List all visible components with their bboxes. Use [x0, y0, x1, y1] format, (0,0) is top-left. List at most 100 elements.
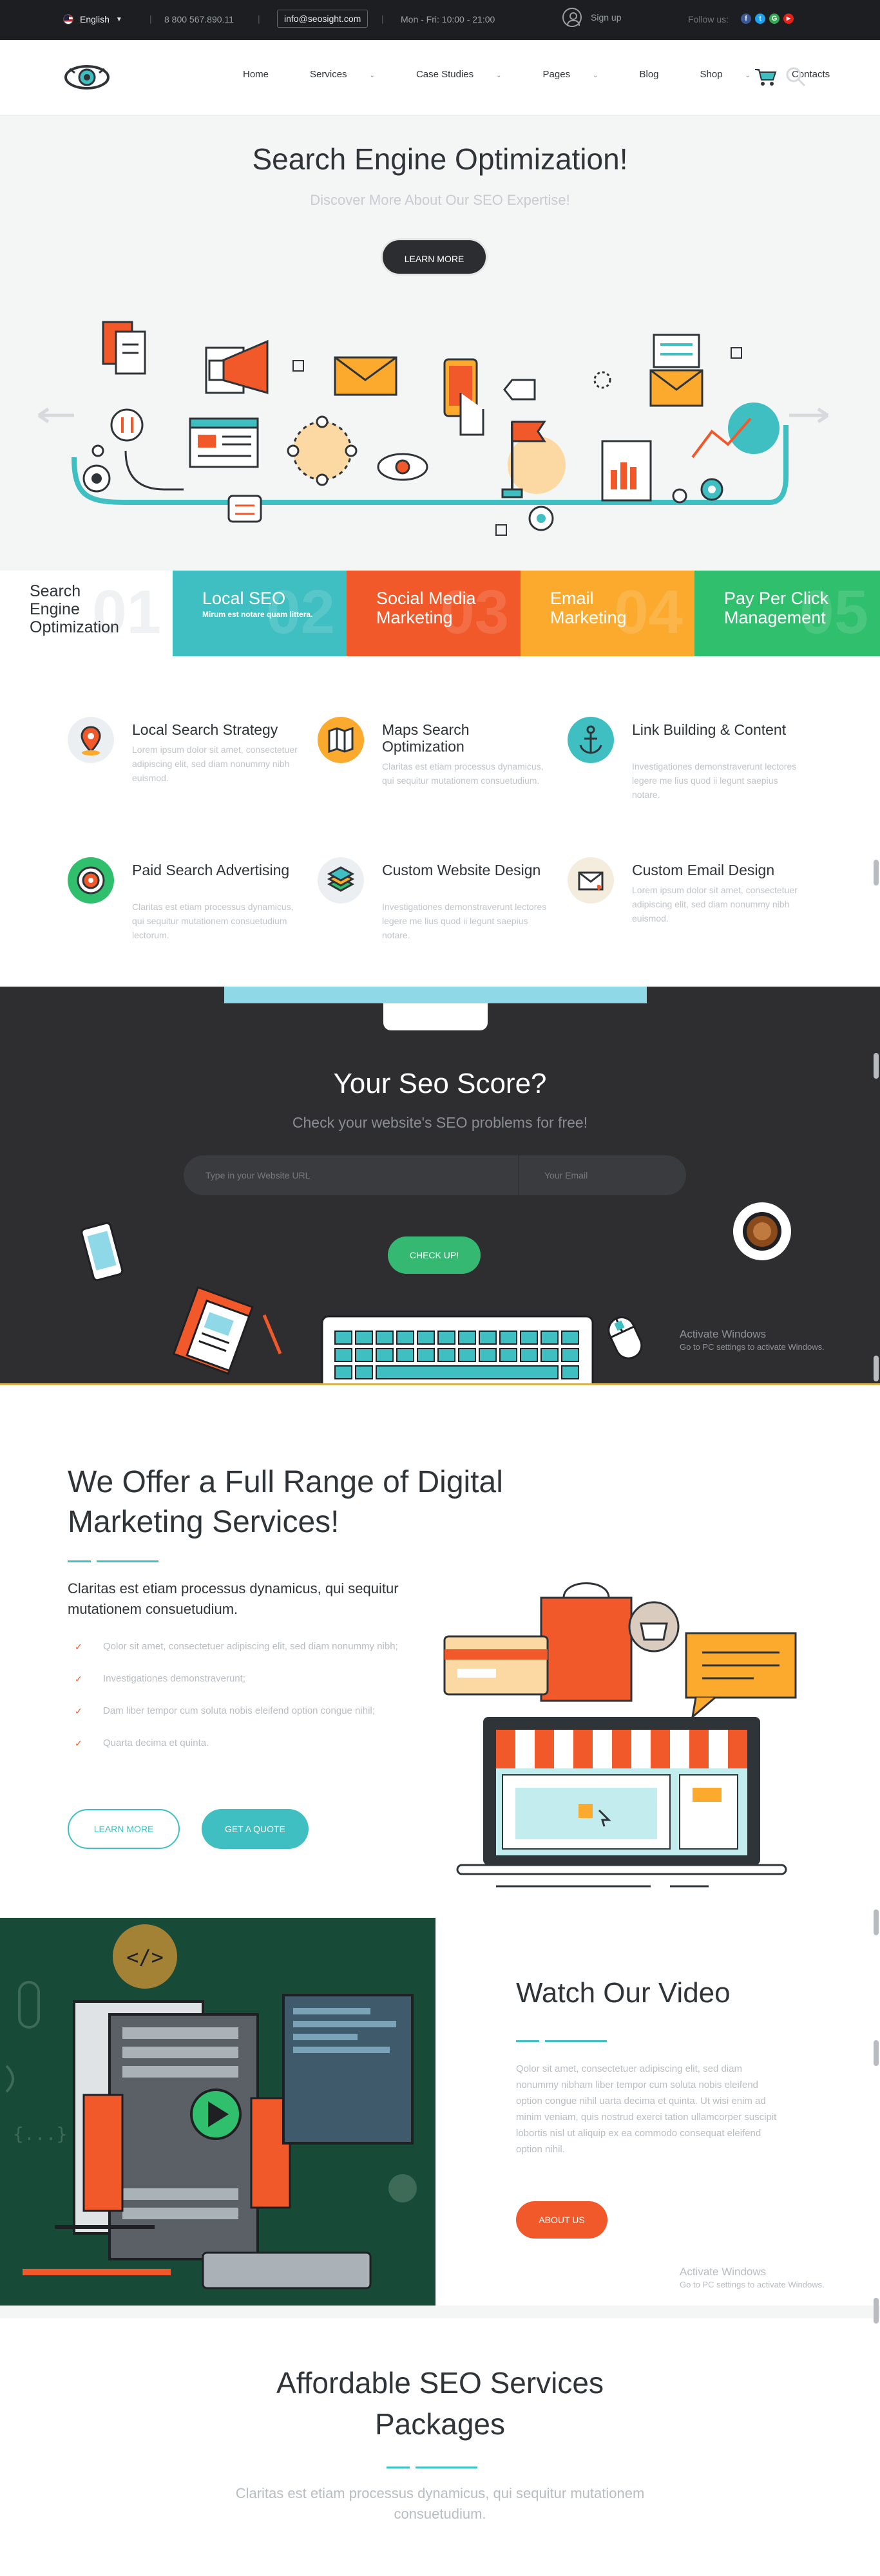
feature-title: Link Building & Content	[632, 721, 787, 738]
list-item: Quarta decima et quinta.	[75, 1736, 438, 1751]
tab-search-engine-optimization[interactable]: 01 Search Engine Optimization	[0, 571, 173, 656]
service-checklist: Qolor sit amet, consectetuer adipiscing …	[75, 1639, 438, 1768]
feature-text: Claritas est etiam processus dynamicus, …	[132, 902, 294, 940]
feature-maps-search: Maps Search Optimization Claritas est et…	[318, 717, 550, 807]
packages-subtitle-text: Claritas est etiam processus dynamicus, …	[235, 2485, 645, 2522]
tab-email-marketing[interactable]: 04 Email Marketing	[521, 571, 694, 656]
email-input[interactable]: Your Email	[519, 1155, 686, 1195]
map-icon	[318, 717, 364, 763]
tab-title: Email Marketing	[550, 589, 627, 627]
activate-sub: Go to PC settings to activate Windows.	[680, 1342, 825, 1352]
activate-windows-notice: Activate Windows Go to PC settings to ac…	[680, 2266, 825, 2291]
menu-item-contacts[interactable]: Contacts	[771, 69, 850, 80]
video-thumbnail[interactable]: </> {...}	[0, 1918, 435, 2306]
accent-line	[68, 1560, 91, 1562]
signup-label: Sign up	[591, 12, 622, 23]
language-label: English	[80, 14, 110, 24]
activate-windows-notice: Activate Windows Go to PC settings to ac…	[680, 1328, 825, 1354]
scrollbar-thumb[interactable]	[874, 2040, 879, 2066]
video-text: Qolor sit amet, consectetuer adipiscing …	[516, 2063, 777, 2155]
range-lead: Claritas est etiam processus dynamicus, …	[68, 1580, 399, 1617]
packages-subtitle: Claritas est etiam processus dynamicus, …	[0, 2483, 880, 2524]
tab-social-media-marketing[interactable]: 03 Social Media Marketing	[347, 571, 521, 656]
monitor-stand	[383, 1003, 488, 1030]
list-item: Qolor sit amet, consectetuer adipiscing …	[75, 1639, 438, 1654]
score-title: Your Seo Score?	[333, 1068, 547, 1099]
scrollbar-thumb[interactable]	[874, 2298, 879, 2324]
about-us-button[interactable]: ABOUT US	[516, 2201, 607, 2239]
accent-line	[387, 2467, 410, 2468]
menu-label: Pages	[542, 69, 571, 80]
packages-title-text: Affordable SEO Services Packages	[276, 2366, 604, 2441]
menu-item-services[interactable]: Services ⌄	[289, 69, 396, 80]
tab-title: Pay Per Click Management	[724, 589, 829, 627]
learn-more-button[interactable]: LEARN MORE	[68, 1809, 180, 1849]
activate-title: Activate Windows	[680, 2266, 767, 2278]
opening-hours: Mon - Fri: 10:00 - 21:00	[401, 14, 495, 24]
website-url-input[interactable]: Type in your Website URL	[184, 1155, 519, 1195]
menu-item-case-studies[interactable]: Case Studies ⌄	[396, 69, 522, 80]
tab-local-seo[interactable]: 02 Local SEO Mirum est notare quam litte…	[173, 571, 347, 656]
chevron-down-icon: ⌄	[496, 72, 502, 79]
email-link[interactable]: info@seosight.com	[277, 10, 368, 28]
divider: |	[381, 14, 384, 24]
tab-title: Search Engine Optimization	[30, 582, 119, 636]
follow-label: Follow us:	[688, 14, 729, 24]
feature-text: Investigationes demonstraverunt lectores…	[382, 902, 547, 940]
scrollbar-thumb[interactable]	[874, 1356, 879, 1381]
chevron-down-icon: ⌄	[593, 72, 598, 79]
accent-line	[516, 2040, 539, 2042]
youtube-icon[interactable]: ▶	[783, 14, 794, 24]
hero-subtitle: Discover More About Our SEO Expertise!	[310, 192, 570, 208]
map-pin-icon	[68, 717, 114, 763]
list-item: Investigationes demonstraverunt;	[75, 1671, 438, 1687]
activate-title: Activate Windows	[680, 1328, 767, 1340]
learn-more-button[interactable]: LEARN MORE	[381, 238, 488, 276]
scrollbar-thumb[interactable]	[874, 1909, 879, 1935]
chevron-down-icon: ⌄	[369, 72, 375, 79]
twitter-icon[interactable]: t	[755, 14, 765, 24]
menu-label: Case Studies	[416, 69, 474, 80]
hero-section: Search Engine Optimization! Discover Mor…	[0, 116, 880, 571]
feature-text: Claritas est etiam processus dynamicus, …	[382, 761, 544, 786]
target-icon	[68, 857, 114, 904]
search-icon[interactable]	[785, 66, 807, 88]
activate-sub: Go to PC settings to activate Windows.	[680, 2280, 825, 2289]
feature-text: Lorem ipsum dolor sit amet, consectetuer…	[632, 885, 798, 923]
seo-check-form: Type in your Website URL Your Email	[184, 1155, 686, 1195]
ecommerce-illustration	[443, 1582, 797, 1888]
layers-icon	[318, 857, 364, 904]
get-a-quote-button[interactable]: GET A QUOTE	[202, 1809, 309, 1849]
feature-text: Investigationes demonstraverunt lectores…	[632, 761, 797, 800]
menu-label: Blog	[639, 69, 659, 80]
features-section: Local Search Strategy Lorem ipsum dolor …	[0, 656, 880, 987]
feature-title: Paid Search Advertising	[132, 862, 290, 878]
coding-illustration: </> {...}	[5, 1924, 417, 2289]
accent-line	[416, 2467, 477, 2468]
us-flag-icon	[63, 14, 73, 24]
phone-number[interactable]: 8 800 567.890.11	[164, 14, 234, 24]
user-icon	[562, 8, 582, 27]
accent-line	[545, 2040, 607, 2042]
main-navigation: Home Services ⌄ Case Studies ⌄ Pages ⌄ Blog…	[0, 40, 880, 116]
language-selector[interactable]: English ▼	[63, 14, 122, 24]
scrollbar-thumb[interactable]	[874, 860, 879, 886]
service-tabs: 01 Search Engine Optimization 02 Local S…	[0, 571, 880, 656]
tab-title: Social Media Marketing	[376, 589, 476, 627]
google-icon[interactable]: G	[769, 14, 780, 24]
facebook-icon[interactable]: f	[741, 14, 751, 24]
cart-icon[interactable]	[752, 66, 778, 88]
menu-item-home[interactable]: Home	[222, 69, 289, 80]
tab-title: Local SEO	[202, 589, 286, 608]
signup-link[interactable]: Sign up	[562, 8, 621, 27]
menu-item-pages[interactable]: Pages ⌄	[522, 69, 619, 80]
feature-custom-email: Custom Email Design Lorem ipsum dolor si…	[568, 857, 799, 947]
page-scrollbar[interactable]	[872, 0, 880, 2576]
tab-description: Mirum est notare quam littera.	[202, 610, 313, 619]
eye-logo-icon[interactable]	[63, 61, 111, 93]
scrollbar-thumb[interactable]	[874, 1053, 879, 1079]
divider: |	[258, 14, 260, 24]
tab-pay-per-click[interactable]: 05 Pay Per Click Management	[694, 571, 880, 656]
section-divider	[0, 2306, 880, 2318]
menu-item-blog[interactable]: Blog	[618, 69, 679, 80]
